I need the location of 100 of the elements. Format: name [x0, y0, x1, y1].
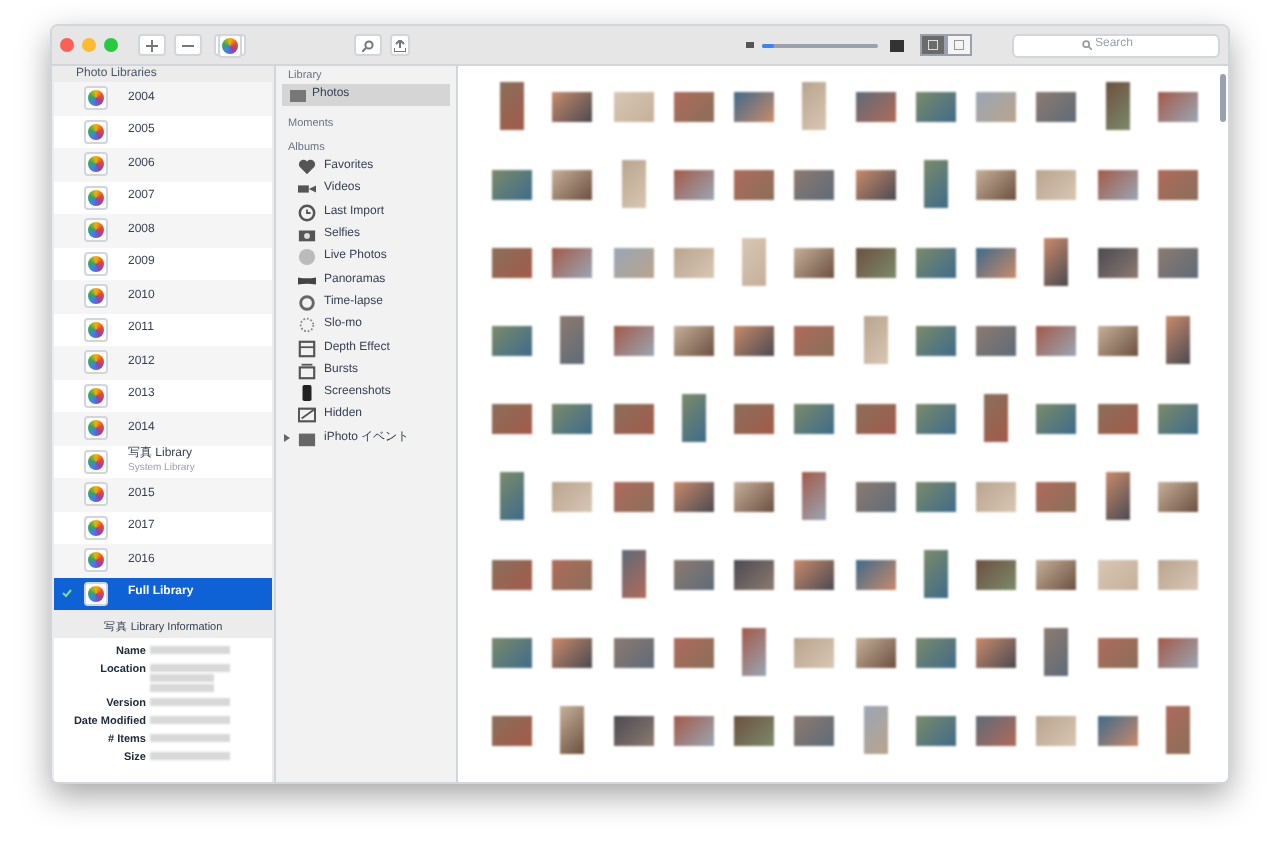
photo-thumbnail[interactable]	[552, 481, 593, 511]
photo-thumbnail[interactable]	[976, 169, 1017, 199]
photo-thumbnail[interactable]	[1157, 169, 1198, 199]
photo-thumbnail[interactable]	[1036, 403, 1077, 433]
photo-thumbnail[interactable]	[1044, 238, 1069, 286]
photo-thumbnail[interactable]	[673, 247, 714, 277]
close-button[interactable]	[60, 38, 74, 52]
photo-thumbnail[interactable]	[855, 247, 896, 277]
photo-thumbnail[interactable]	[560, 316, 585, 364]
photo-thumbnail[interactable]	[794, 325, 835, 355]
photo-thumbnail[interactable]	[855, 169, 896, 199]
photo-thumbnail[interactable]	[976, 247, 1017, 277]
photo-thumbnail[interactable]	[1097, 637, 1138, 667]
info-button[interactable]	[354, 34, 382, 56]
photo-thumbnail[interactable]	[915, 325, 956, 355]
photo-thumbnail[interactable]	[976, 637, 1017, 667]
photo-thumbnail[interactable]	[794, 715, 835, 745]
photo-thumbnail[interactable]	[1157, 91, 1198, 121]
photo-thumbnail[interactable]	[1157, 637, 1198, 667]
photo-thumbnail[interactable]	[1036, 169, 1077, 199]
photo-thumbnail[interactable]	[552, 91, 593, 121]
photo-thumbnail[interactable]	[802, 472, 827, 520]
photo-thumbnail[interactable]	[734, 169, 775, 199]
photo-thumbnail[interactable]	[855, 559, 896, 589]
photo-thumbnail[interactable]	[923, 160, 948, 208]
photo-thumbnail[interactable]	[613, 637, 654, 667]
photo-thumbnail[interactable]	[984, 394, 1009, 442]
photo-thumbnail[interactable]	[492, 637, 533, 667]
photo-thumbnail[interactable]	[1097, 715, 1138, 745]
photo-thumbnail[interactable]	[500, 82, 525, 130]
photo-thumbnail[interactable]	[794, 403, 835, 433]
photo-thumbnail[interactable]	[613, 715, 654, 745]
photo-thumbnail[interactable]	[673, 481, 714, 511]
share-button[interactable]	[390, 34, 410, 56]
photo-thumbnail[interactable]	[855, 637, 896, 667]
photo-thumbnail[interactable]	[734, 715, 775, 745]
photo-thumbnail[interactable]	[1157, 247, 1198, 277]
photo-thumbnail[interactable]	[734, 325, 775, 355]
photo-thumbnail[interactable]	[1105, 472, 1130, 520]
photo-thumbnail[interactable]	[681, 394, 706, 442]
photo-thumbnail[interactable]	[613, 247, 654, 277]
photo-thumbnail[interactable]	[915, 91, 956, 121]
photo-thumbnail[interactable]	[742, 238, 767, 286]
photo-thumbnail[interactable]	[915, 481, 956, 511]
photo-thumbnail[interactable]	[915, 637, 956, 667]
photo-thumbnail[interactable]	[1157, 403, 1198, 433]
photo-thumbnail[interactable]	[1097, 559, 1138, 589]
library-button[interactable]	[214, 34, 246, 56]
collapsed-triangle-icon[interactable]	[282, 434, 290, 443]
photo-thumbnail[interactable]	[976, 325, 1017, 355]
photo-thumbnail[interactable]	[794, 559, 835, 589]
photo-thumbnail[interactable]	[673, 325, 714, 355]
scrollbar[interactable]	[1220, 74, 1226, 122]
photo-thumbnail[interactable]	[976, 715, 1017, 745]
photo-thumbnail[interactable]	[734, 559, 775, 589]
photo-thumbnail[interactable]	[492, 715, 533, 745]
photo-thumbnail[interactable]	[1165, 706, 1190, 754]
photo-thumbnail[interactable]	[621, 160, 646, 208]
photo-thumbnail[interactable]	[1097, 325, 1138, 355]
photo-thumbnail[interactable]	[673, 169, 714, 199]
photo-thumbnail[interactable]	[492, 169, 533, 199]
photo-thumbnail[interactable]	[855, 403, 896, 433]
photo-thumbnail[interactable]	[1165, 316, 1190, 364]
photo-thumbnail[interactable]	[1036, 325, 1077, 355]
photo-thumbnail[interactable]	[621, 550, 646, 598]
photo-thumbnail[interactable]	[1036, 559, 1077, 589]
photo-thumbnail[interactable]	[855, 91, 896, 121]
photo-thumbnail[interactable]	[923, 550, 948, 598]
photo-thumbnail[interactable]	[734, 403, 775, 433]
photo-thumbnail[interactable]	[863, 706, 888, 754]
grid-view-button[interactable]	[920, 34, 946, 56]
photo-thumbnail[interactable]	[1105, 82, 1130, 130]
photo-thumbnail[interactable]	[673, 715, 714, 745]
photo-thumbnail[interactable]	[976, 481, 1017, 511]
photo-thumbnail[interactable]	[613, 403, 654, 433]
photo-thumbnail[interactable]	[552, 637, 593, 667]
photo-thumbnail[interactable]	[1036, 715, 1077, 745]
photo-thumbnail[interactable]	[734, 91, 775, 121]
zoom-button[interactable]	[104, 38, 118, 52]
photo-thumbnail[interactable]	[552, 169, 593, 199]
photo-thumbnail[interactable]	[1036, 91, 1077, 121]
photo-thumbnail[interactable]	[613, 91, 654, 121]
list-view-button[interactable]	[946, 34, 972, 56]
photo-thumbnail[interactable]	[1157, 481, 1198, 511]
photo-thumbnail[interactable]	[1097, 169, 1138, 199]
photo-thumbnail[interactable]	[500, 472, 525, 520]
photo-thumbnail[interactable]	[552, 559, 593, 589]
photo-thumbnail[interactable]	[794, 169, 835, 199]
photo-thumbnail[interactable]	[492, 247, 533, 277]
photo-thumbnail[interactable]	[673, 637, 714, 667]
photo-thumbnail[interactable]	[492, 325, 533, 355]
photo-thumbnail[interactable]	[552, 247, 593, 277]
photo-thumbnail[interactable]	[794, 247, 835, 277]
photo-thumbnail[interactable]	[673, 559, 714, 589]
photo-thumbnail[interactable]	[794, 637, 835, 667]
photo-thumbnail[interactable]	[976, 91, 1017, 121]
photo-thumbnail[interactable]	[613, 481, 654, 511]
photo-thumbnail[interactable]	[1036, 481, 1077, 511]
photo-thumbnail[interactable]	[560, 706, 585, 754]
remove-button[interactable]	[174, 34, 202, 56]
